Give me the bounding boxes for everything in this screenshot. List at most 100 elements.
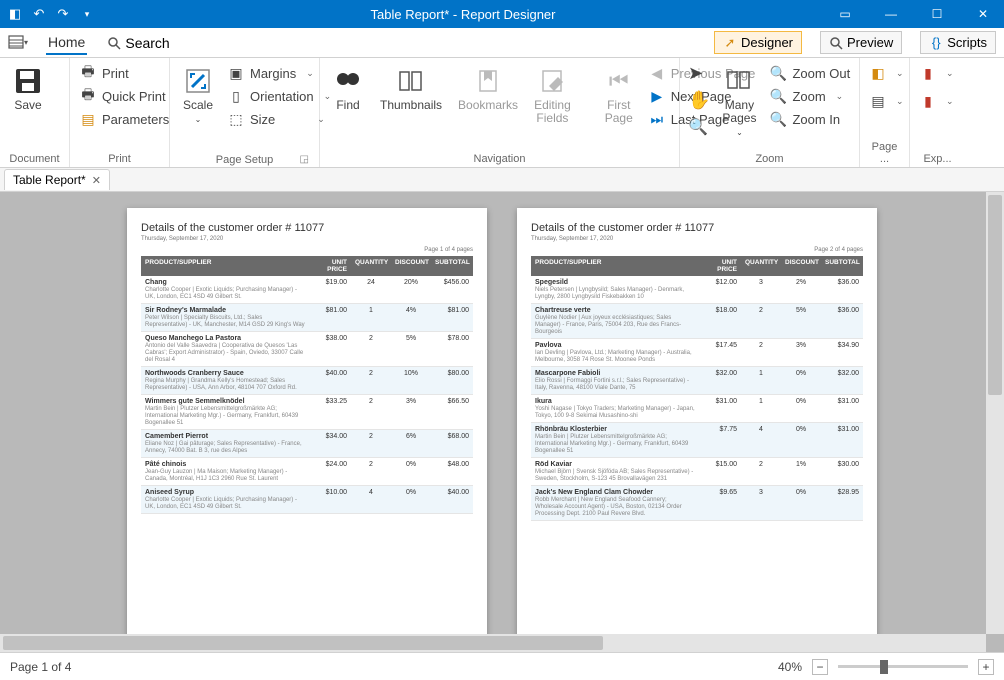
- group-page-setup-label: Page Setup: [178, 152, 311, 166]
- editing-fields-button: Editing Fields: [530, 63, 575, 127]
- tab-designer[interactable]: ➚ Designer: [714, 31, 802, 54]
- first-page-button: ⏮ First Page: [599, 63, 639, 127]
- page-color-icon: ◧: [870, 65, 886, 81]
- table-header: PRODUCT/SUPPLIER UNIT PRICE QUANTITY DIS…: [141, 256, 473, 276]
- report-page-1: Details of the customer order # 11077 Th…: [127, 208, 487, 638]
- table-header: PRODUCT/SUPPLIER UNIT PRICE QUANTITY DIS…: [531, 256, 863, 276]
- zoom-in-button[interactable]: 🔍Zoom In: [768, 109, 852, 129]
- document-tab-label: Table Report*: [13, 173, 86, 187]
- thumbnails-button[interactable]: Thumbnails: [376, 63, 446, 114]
- pan-icon[interactable]: ✋: [688, 90, 710, 111]
- many-pages-button[interactable]: Many Pages⌄: [718, 63, 760, 141]
- table-row: ChangCharlotte Cooper | Exotic Liquids; …: [141, 276, 473, 304]
- status-bar: Page 1 of 4 40% − +: [0, 652, 1004, 680]
- zoom-icon: 🔍: [770, 88, 786, 104]
- thumbnails-icon: [395, 65, 427, 97]
- search-icon: [107, 36, 121, 50]
- table-row: Sir Rodney's MarmaladePeter Wilson | Spe…: [141, 304, 473, 332]
- table-row: Queso Manchego La PastoraAntonio del Val…: [141, 332, 473, 367]
- close-button[interactable]: ✕: [968, 4, 998, 24]
- tab-preview[interactable]: Preview: [820, 31, 902, 54]
- report-title: Details of the customer order # 11077: [141, 222, 473, 234]
- save-button[interactable]: Save: [8, 63, 48, 114]
- parameters-icon: ▤: [80, 111, 96, 127]
- redo-icon[interactable]: ↷: [54, 5, 72, 23]
- window-title: Table Report* - Report Designer: [96, 7, 830, 22]
- tab-search[interactable]: Search: [105, 32, 171, 54]
- zoom-in-icon: 🔍: [770, 111, 786, 127]
- send-button[interactable]: ▮⌄: [918, 91, 956, 111]
- table-row: Aniseed SyrupCharlotte Cooper | Exotic L…: [141, 486, 473, 514]
- minimize-button[interactable]: —: [876, 4, 906, 24]
- find-button[interactable]: Find: [328, 63, 368, 114]
- size-button[interactable]: ⬚Size⌄: [226, 109, 333, 129]
- watermark-icon: ▤: [870, 93, 886, 109]
- export-to-button[interactable]: ▮⌄: [918, 63, 956, 83]
- report-title: Details of the customer order # 11077: [531, 222, 863, 234]
- print-button[interactable]: 🖶Print: [78, 63, 171, 83]
- group-navigation-label: Navigation: [328, 151, 671, 165]
- orientation-icon: ▯: [228, 88, 244, 104]
- last-page-icon: ⏭: [649, 111, 665, 127]
- group-export-label: Exp...: [918, 151, 957, 165]
- group-document-label: Document: [8, 151, 61, 165]
- app-icon: ◧: [6, 5, 24, 23]
- report-date: Thursday, September 17, 2020: [141, 236, 473, 242]
- zoom-button[interactable]: 🔍Zoom⌄: [768, 86, 852, 106]
- bookmarks-button: Bookmarks: [454, 63, 522, 114]
- orientation-button[interactable]: ▯Orientation⌄: [226, 86, 333, 106]
- main-menu-icon[interactable]: ▾: [8, 33, 28, 53]
- table-row: Jack's New England Clam ChowderRobb Merc…: [531, 486, 863, 521]
- quick-print-button[interactable]: 🖶Quick Print: [78, 86, 171, 106]
- bookmarks-icon: [472, 65, 504, 97]
- page-color-button[interactable]: ◧⌄: [868, 63, 906, 83]
- document-tab-bar: Table Report* ✕: [0, 168, 1004, 192]
- pointer-icon[interactable]: ➤: [688, 63, 710, 84]
- table-row: Pâté chinoisJean-Guy Lauzon | Ma Maison;…: [141, 458, 473, 486]
- margins-icon: ▣: [228, 65, 244, 81]
- parameters-button[interactable]: ▤Parameters: [78, 109, 171, 129]
- status-zoom: 40%: [778, 660, 802, 674]
- zoom-slider[interactable]: [838, 665, 968, 668]
- table-row: IkuraYoshi Nagase | Tokyo Traders; Marke…: [531, 395, 863, 423]
- title-bar: ◧ ↶ ↷ ▾ Table Report* - Report Designer …: [0, 0, 1004, 28]
- print-icon: 🖶: [80, 65, 96, 81]
- document-tab[interactable]: Table Report* ✕: [4, 169, 110, 190]
- maximize-button[interactable]: ☐: [922, 4, 952, 24]
- preview-icon: [829, 36, 843, 50]
- tab-home[interactable]: Home: [46, 31, 87, 55]
- scripts-icon: {}: [929, 36, 943, 50]
- page-indicator: Page 1 of 4 pages: [141, 247, 473, 253]
- quick-print-icon: 🖶: [80, 88, 96, 104]
- report-page-2: Details of the customer order # 11077 Th…: [517, 208, 877, 638]
- table-row: Rhönbräu KlosterbierMartin Bein | Plutze…: [531, 423, 863, 458]
- many-pages-icon: [723, 65, 755, 97]
- watermark-button[interactable]: ▤⌄: [868, 91, 906, 111]
- close-tab-icon[interactable]: ✕: [92, 174, 101, 187]
- magnifier-icon[interactable]: 🔍: [688, 117, 710, 137]
- group-zoom-label: Zoom: [688, 151, 851, 165]
- vertical-scrollbar[interactable]: [986, 192, 1004, 634]
- scale-icon: [182, 65, 214, 97]
- horizontal-scrollbar[interactable]: [0, 634, 986, 652]
- zoom-out-button[interactable]: 🔍Zoom Out: [768, 63, 852, 83]
- table-row: PavlovaIan Devling | Pavlova, Ltd.; Mark…: [531, 339, 863, 367]
- designer-icon: ➚: [723, 36, 737, 50]
- zoom-minus-button[interactable]: −: [812, 659, 828, 675]
- scale-button[interactable]: Scale⌄: [178, 63, 218, 127]
- prev-page-icon: ◀: [649, 65, 665, 81]
- qat-dropdown-icon[interactable]: ▾: [78, 5, 96, 23]
- page-setup-dialog-launcher[interactable]: ◲: [300, 154, 311, 165]
- tab-scripts[interactable]: {} Scripts: [920, 31, 996, 54]
- undo-icon[interactable]: ↶: [30, 5, 48, 23]
- help-popup-icon[interactable]: ▭: [830, 4, 860, 24]
- editing-fields-icon: [536, 65, 568, 97]
- table-row: Wimmers gute SemmelknödelMartin Bein | P…: [141, 395, 473, 430]
- margins-button[interactable]: ▣Margins⌄: [226, 63, 333, 83]
- ribbon: Save Document 🖶Print 🖶Quick Print ▤Param…: [0, 58, 1004, 168]
- zoom-plus-button[interactable]: +: [978, 659, 994, 675]
- table-row: Northwoods Cranberry SauceRegina Murphy …: [141, 367, 473, 395]
- first-page-icon: ⏮: [603, 65, 635, 97]
- table-row: Chartreuse verteGuylène Nodier | Aux joy…: [531, 304, 863, 339]
- save-icon: [12, 65, 44, 97]
